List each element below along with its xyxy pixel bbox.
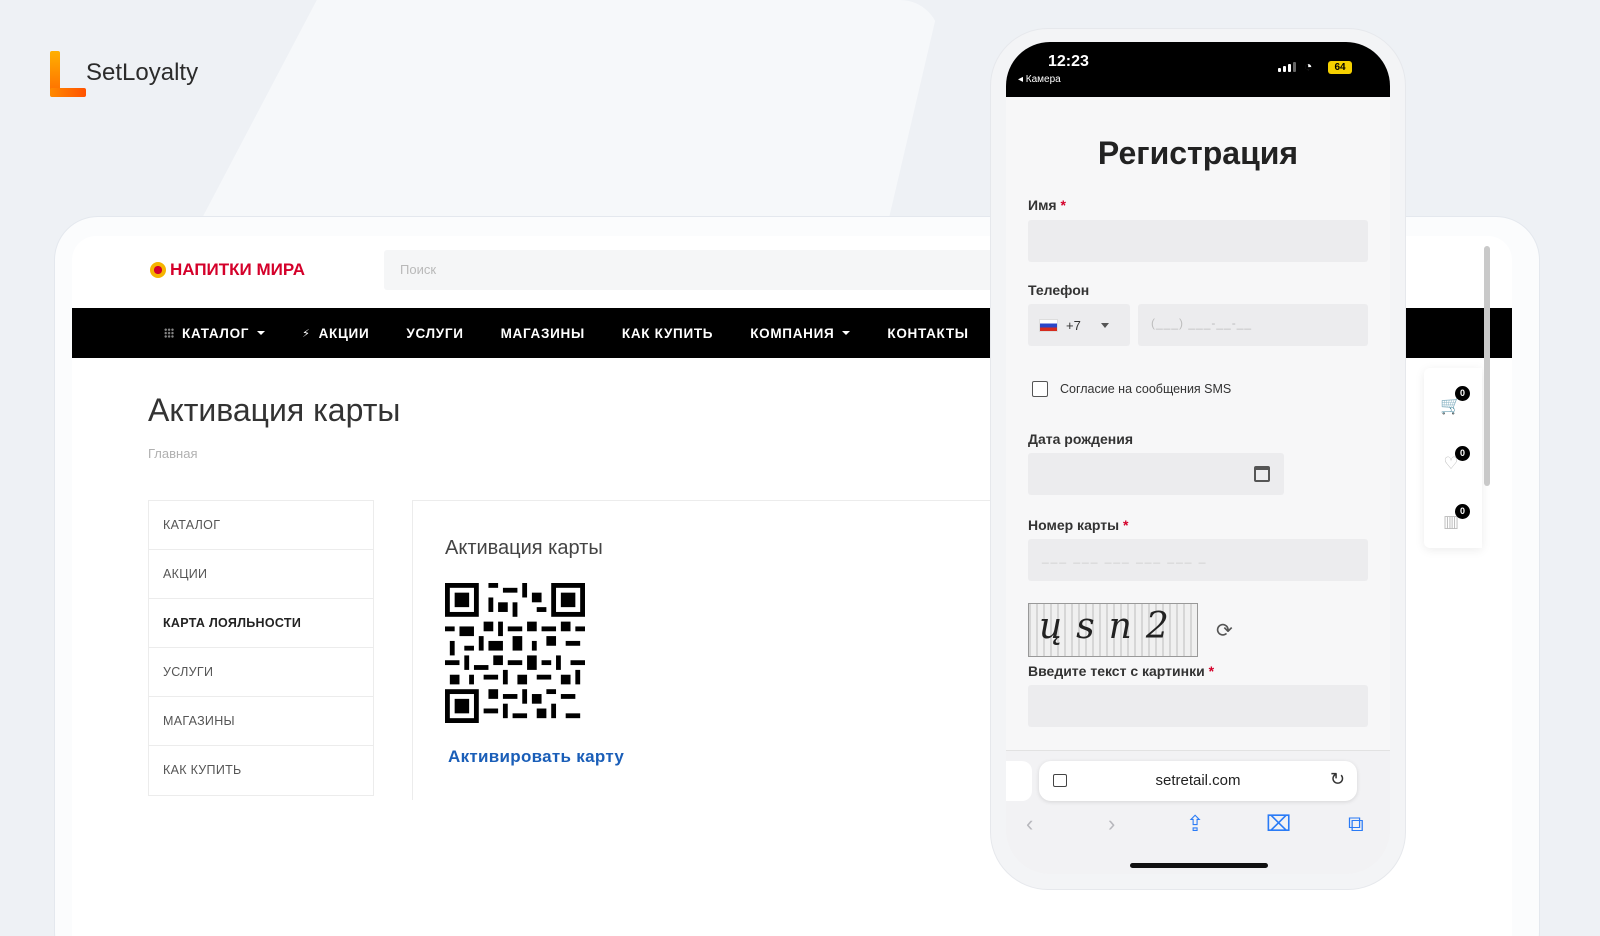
name-field[interactable]: [1028, 220, 1368, 262]
url-text: setretail.com: [1155, 772, 1241, 789]
grid-icon: [164, 328, 174, 338]
bolt-icon: ⚡: [302, 327, 311, 340]
share-icon[interactable]: ⇪: [1186, 811, 1204, 837]
card-number-mask: ___ ___ ___ ___ ___ _: [1042, 550, 1208, 564]
birth-date-field[interactable]: [1028, 453, 1284, 495]
side-menu-item-loyalty-card[interactable]: КАРТА ЛОЯЛЬНОСТИ: [149, 599, 373, 648]
nav-services[interactable]: УСЛУГИ: [406, 326, 463, 341]
qr-code-icon: [445, 583, 585, 723]
bookmarks-icon[interactable]: ⌧: [1266, 811, 1291, 837]
address-bar[interactable]: setretail.com ↻: [1039, 761, 1357, 801]
chevron-down-icon: [1100, 322, 1109, 328]
sms-consent-checkbox[interactable]: [1032, 381, 1048, 397]
russia-flag-icon: [1039, 318, 1058, 332]
nav-promotions[interactable]: ⚡ АКЦИИ: [302, 326, 369, 341]
status-time: 12:23: [1048, 53, 1089, 70]
forward-icon[interactable]: ›: [1108, 811, 1115, 837]
calendar-icon[interactable]: [1254, 466, 1270, 482]
phone-field[interactable]: (___) ___-__-__: [1138, 304, 1368, 346]
previous-tab-peek[interactable]: [1006, 761, 1032, 801]
side-menu-item-how-to-buy[interactable]: КАК КУПИТЬ: [149, 746, 373, 795]
favorites-count-badge: 0: [1455, 446, 1470, 461]
nav-company[interactable]: КОМПАНИЯ: [750, 325, 851, 341]
card-number-label: Номер карты *: [1028, 517, 1129, 533]
birth-date-label: Дата рождения: [1028, 431, 1134, 447]
registration-title: Регистрация: [1097, 135, 1299, 171]
battery-icon: 64: [1328, 61, 1352, 74]
content-title: Активация карты: [445, 537, 603, 559]
nav-how-to-buy[interactable]: КАК КУПИТЬ: [622, 326, 713, 341]
side-menu-item-promotions[interactable]: АКЦИИ: [149, 550, 373, 599]
sms-consent-label: Согласие на сообщения SMS: [1060, 382, 1232, 396]
chevron-down-icon: [257, 331, 266, 335]
name-label: Имя *: [1028, 197, 1066, 213]
browser-toolbar: setretail.com ↻ ‹ › ⇪ ⌧ ⧉: [1006, 750, 1390, 874]
nav-catalog[interactable]: КАТАЛОГ: [164, 325, 266, 341]
captcha-label: Введите текст с картинки *: [1028, 663, 1215, 679]
country-code-select[interactable]: +7: [1028, 304, 1130, 346]
site-logo[interactable]: НАПИТКИ МИРА: [150, 260, 305, 280]
logo-mark-icon: [48, 48, 86, 98]
side-widget: 🛒 0 ♡ 0 ▥ 0: [1424, 368, 1482, 548]
side-menu-item-services[interactable]: УСЛУГИ: [149, 648, 373, 697]
country-code-value: +7: [1066, 317, 1081, 333]
site-logo-text: НАПИТКИ МИРА: [170, 260, 305, 279]
phone-screen: 12:23 ◂ Камера ◔ 64 Регистрация Имя * Те…: [1006, 42, 1390, 874]
side-menu: КАТАЛОГ АКЦИИ КАРТА ЛОЯЛЬНОСТИ УСЛУГИ МА…: [148, 500, 374, 796]
side-menu-item-catalog[interactable]: КАТАЛОГ: [149, 501, 373, 550]
page-title: Активация карты: [148, 392, 401, 428]
side-menu-item-stores[interactable]: МАГАЗИНЫ: [149, 697, 373, 746]
nav-catalog-label: КАТАЛОГ: [182, 325, 250, 341]
nav-contacts[interactable]: КОНТАКТЫ: [887, 326, 968, 341]
cart-count-badge: 0: [1455, 386, 1470, 401]
scrollbar[interactable]: [1484, 246, 1490, 486]
activate-card-link[interactable]: Активировать карту: [448, 747, 624, 767]
reload-icon[interactable]: ↻: [1330, 769, 1345, 790]
nav-stores[interactable]: МАГАЗИНЫ: [501, 326, 585, 341]
breadcrumb[interactable]: Главная: [148, 446, 197, 461]
compare-count-badge: 0: [1455, 504, 1470, 519]
nav-promotions-label: АКЦИИ: [318, 325, 370, 341]
captcha-field[interactable]: [1028, 685, 1368, 727]
logo-sun-icon: [150, 262, 166, 278]
captcha-image: ųsn2: [1028, 603, 1198, 657]
brand-name: SetLoyalty: [86, 59, 199, 86]
back-to-camera[interactable]: ◂ Камера: [1018, 74, 1061, 85]
tabs-icon[interactable]: ⧉: [1348, 811, 1364, 837]
setloyalty-logo: SetLoyalty: [48, 48, 198, 98]
wifi-icon: ◔: [1304, 58, 1313, 74]
phone-label: Телефон: [1028, 282, 1090, 298]
back-icon[interactable]: ‹: [1026, 811, 1033, 837]
refresh-captcha-icon[interactable]: ⟳: [1216, 618, 1233, 643]
home-indicator[interactable]: [1130, 863, 1268, 868]
nav-company-label: КОМПАНИЯ: [750, 325, 835, 341]
signal-icon: [1278, 62, 1296, 72]
chevron-down-icon: [842, 331, 851, 335]
status-bar: 12:23 ◂ Камера ◔ 64: [1006, 42, 1390, 97]
captcha-text: ųsn2: [1039, 606, 1183, 647]
